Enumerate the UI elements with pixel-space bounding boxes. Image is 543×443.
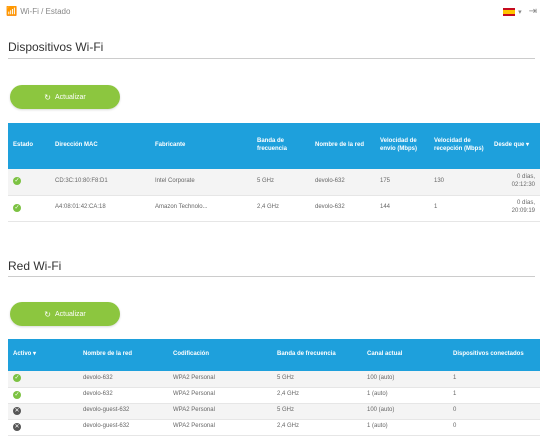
status-connected-icon: ✓ bbox=[13, 203, 21, 212]
top-bar: 📶 Wi-Fi / Estado ▾ ⇥ bbox=[6, 6, 537, 22]
devices-refresh-label: Actualizar bbox=[54, 93, 86, 101]
name-cell: devolo-632 bbox=[78, 371, 168, 388]
col-estado[interactable]: Estado bbox=[8, 123, 50, 169]
mac-cell: CD:3C:10:80:F8:D1 bbox=[50, 169, 150, 196]
devices-table: Estado Dirección MAC Fabricante Banda de… bbox=[8, 123, 540, 222]
status-cell: ✕ bbox=[8, 419, 78, 436]
breadcrumb: 📶 Wi-Fi / Estado bbox=[6, 6, 70, 17]
networks-refresh-button[interactable]: ↻ Actualizar bbox=[10, 302, 120, 326]
networks-divider bbox=[8, 276, 535, 277]
table-row: ✓ CD:3C:10:80:F8:D1 Intel Corporate 5 GH… bbox=[8, 169, 540, 196]
networks-table: Activo ▾ Nombre de la red Codificación B… bbox=[8, 339, 540, 436]
tx-cell: 144 bbox=[375, 195, 429, 222]
enc-cell: WPA2 Personal bbox=[168, 387, 272, 404]
table-row: ✕ devolo-guest-632 WPA2 Personal 2,4 GHz… bbox=[8, 419, 540, 436]
chevron-down-icon[interactable]: ▾ bbox=[518, 8, 522, 16]
rx-cell: 1 bbox=[429, 195, 489, 222]
mac-cell: A4:08:01:42:CA:18 bbox=[50, 195, 150, 222]
col-red[interactable]: Nombre de la red bbox=[310, 123, 375, 169]
channel-cell: 100 (auto) bbox=[362, 371, 448, 388]
table-row: ✓ devolo-632 WPA2 Personal 2,4 GHz 1 (au… bbox=[8, 387, 540, 404]
status-cell: ✓ bbox=[8, 169, 50, 196]
col-dispositivos[interactable]: Dispositivos conectados bbox=[448, 339, 540, 371]
refresh-icon: ↻ bbox=[44, 92, 51, 102]
status-inactive-icon[interactable]: ✕ bbox=[13, 406, 21, 415]
wifi-icon: 📶 bbox=[6, 6, 18, 16]
since-cell: 0 días, 02:12:30 bbox=[489, 169, 540, 196]
enc-cell: WPA2 Personal bbox=[168, 403, 272, 420]
col-canal[interactable]: Canal actual bbox=[362, 339, 448, 371]
status-active-icon[interactable]: ✓ bbox=[13, 374, 21, 383]
status-inactive-icon[interactable]: ✕ bbox=[13, 422, 21, 431]
logout-icon[interactable]: ⇥ bbox=[529, 6, 537, 17]
name-cell: devolo-guest-632 bbox=[78, 403, 168, 420]
table-row: ✕ devolo-guest-632 WPA2 Personal 5 GHz 1… bbox=[8, 403, 540, 420]
col-activo[interactable]: Activo ▾ bbox=[8, 339, 78, 371]
networks-section-title: Red Wi-Fi bbox=[8, 259, 62, 273]
band-cell: 5 GHz bbox=[272, 371, 362, 388]
channel-cell: 1 (auto) bbox=[362, 419, 448, 436]
networks-table-header: Activo ▾ Nombre de la red Codificación B… bbox=[8, 339, 540, 371]
devices-cell: 0 bbox=[448, 403, 540, 420]
col-fabricante[interactable]: Fabricante bbox=[150, 123, 252, 169]
col-codificacion[interactable]: Codificación bbox=[168, 339, 272, 371]
tx-cell: 175 bbox=[375, 169, 429, 196]
status-connected-icon: ✓ bbox=[13, 177, 21, 186]
status-cell: ✕ bbox=[8, 403, 78, 420]
devices-refresh-button[interactable]: ↻ Actualizar bbox=[10, 85, 120, 109]
devices-section-title: Dispositivos Wi-Fi bbox=[8, 40, 104, 54]
band-cell: 2,4 GHz bbox=[252, 195, 310, 222]
status-cell: ✓ bbox=[8, 371, 78, 388]
networks-refresh-label: Actualizar bbox=[54, 310, 86, 318]
rx-cell: 130 bbox=[429, 169, 489, 196]
col-banda[interactable]: Banda de frecuencia bbox=[252, 123, 310, 169]
ssid-cell: devolo-632 bbox=[310, 169, 375, 196]
devices-cell: 1 bbox=[448, 387, 540, 404]
table-row: ✓ A4:08:01:42:CA:18 Amazon Technolo... 2… bbox=[8, 195, 540, 222]
band-cell: 5 GHz bbox=[272, 403, 362, 420]
devices-table-header: Estado Dirección MAC Fabricante Banda de… bbox=[8, 123, 540, 169]
enc-cell: WPA2 Personal bbox=[168, 419, 272, 436]
devices-divider bbox=[8, 58, 535, 59]
status-cell: ✓ bbox=[8, 387, 78, 404]
status-active-icon[interactable]: ✓ bbox=[13, 390, 21, 399]
maker-cell: Intel Corporate bbox=[150, 169, 252, 196]
status-cell: ✓ bbox=[8, 195, 50, 222]
col-nombre[interactable]: Nombre de la red bbox=[78, 339, 168, 371]
name-cell: devolo-guest-632 bbox=[78, 419, 168, 436]
col-recepcion[interactable]: Velocidad de recepción (Mbps) bbox=[429, 123, 489, 169]
band-cell: 2,4 GHz bbox=[272, 419, 362, 436]
col-banda[interactable]: Banda de frecuencia bbox=[272, 339, 362, 371]
band-cell: 2,4 GHz bbox=[272, 387, 362, 404]
channel-cell: 100 (auto) bbox=[362, 403, 448, 420]
enc-cell: WPA2 Personal bbox=[168, 371, 272, 388]
breadcrumb-text[interactable]: Wi-Fi / Estado bbox=[20, 7, 70, 16]
devices-cell: 0 bbox=[448, 419, 540, 436]
ssid-cell: devolo-632 bbox=[310, 195, 375, 222]
language-flag-icon[interactable] bbox=[503, 7, 516, 16]
refresh-icon: ↻ bbox=[44, 309, 51, 319]
col-mac[interactable]: Dirección MAC bbox=[50, 123, 150, 169]
table-row: ✓ devolo-632 WPA2 Personal 5 GHz 100 (au… bbox=[8, 371, 540, 388]
channel-cell: 1 (auto) bbox=[362, 387, 448, 404]
col-desde[interactable]: Desde que ▾ bbox=[489, 123, 540, 169]
band-cell: 5 GHz bbox=[252, 169, 310, 196]
since-cell: 0 días, 20:09:19 bbox=[489, 195, 540, 222]
top-right-controls: ▾ ⇥ bbox=[503, 6, 537, 17]
name-cell: devolo-632 bbox=[78, 387, 168, 404]
devices-cell: 1 bbox=[448, 371, 540, 388]
col-envio[interactable]: Velocidad de envío (Mbps) bbox=[375, 123, 429, 169]
maker-cell: Amazon Technolo... bbox=[150, 195, 252, 222]
